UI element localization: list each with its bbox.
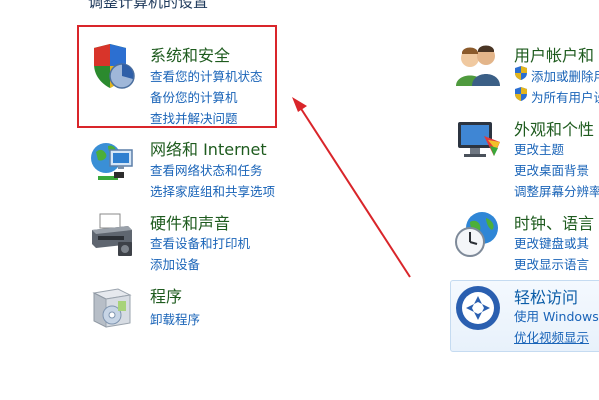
homegroup-sharing-link[interactable]: 选择家庭组和共享选项 <box>150 181 275 200</box>
change-display-language-link[interactable]: 更改显示语言 <box>514 254 589 273</box>
clock-title[interactable]: 时钟、语言 <box>514 210 594 234</box>
change-desktop-background-link[interactable]: 更改桌面背景 <box>514 160 589 179</box>
screen-resolution-link[interactable]: 调整屏幕分辨率 <box>514 181 599 200</box>
view-network-status-link[interactable]: 查看网络状态和任务 <box>150 160 263 179</box>
network-title[interactable]: 网络和 Internet <box>150 136 267 160</box>
use-windows-suggestions-link[interactable]: 使用 Windows <box>514 306 599 325</box>
add-device-link[interactable]: 添加设备 <box>150 254 200 273</box>
programs-title[interactable]: 程序 <box>150 283 182 307</box>
ease-of-access-icon <box>456 286 500 330</box>
appearance-monitor-icon <box>458 122 500 157</box>
uninstall-program-link[interactable]: 卸载程序 <box>150 309 200 328</box>
programs-box-icon <box>92 288 132 328</box>
change-theme-link[interactable]: 更改主题 <box>514 139 564 158</box>
uac-shield-icon <box>515 87 527 101</box>
page-title: 调整计算机的设置 <box>88 0 209 11</box>
all-users-settings-link[interactable]: 为所有用户设 <box>531 87 599 106</box>
printer-icon <box>92 213 132 256</box>
add-remove-users-link[interactable]: 添加或删除用 <box>531 66 599 85</box>
network-globe-icon <box>91 143 133 180</box>
change-keyboard-link[interactable]: 更改键盘或其 <box>514 233 589 252</box>
uac-shield-icon <box>515 66 527 80</box>
clock-globe-icon <box>455 212 498 257</box>
users-icon <box>456 45 500 86</box>
user-accounts-title[interactable]: 用户帐户和 <box>514 42 594 66</box>
highlight-box <box>77 25 277 128</box>
hardware-title[interactable]: 硬件和声音 <box>150 210 230 234</box>
optimize-visual-display-link[interactable]: 优化视频显示 <box>514 327 589 346</box>
ease-title[interactable]: 轻松访问 <box>514 284 578 308</box>
appearance-title[interactable]: 外观和个性 <box>514 116 594 140</box>
devices-printers-link[interactable]: 查看设备和打印机 <box>150 233 250 252</box>
